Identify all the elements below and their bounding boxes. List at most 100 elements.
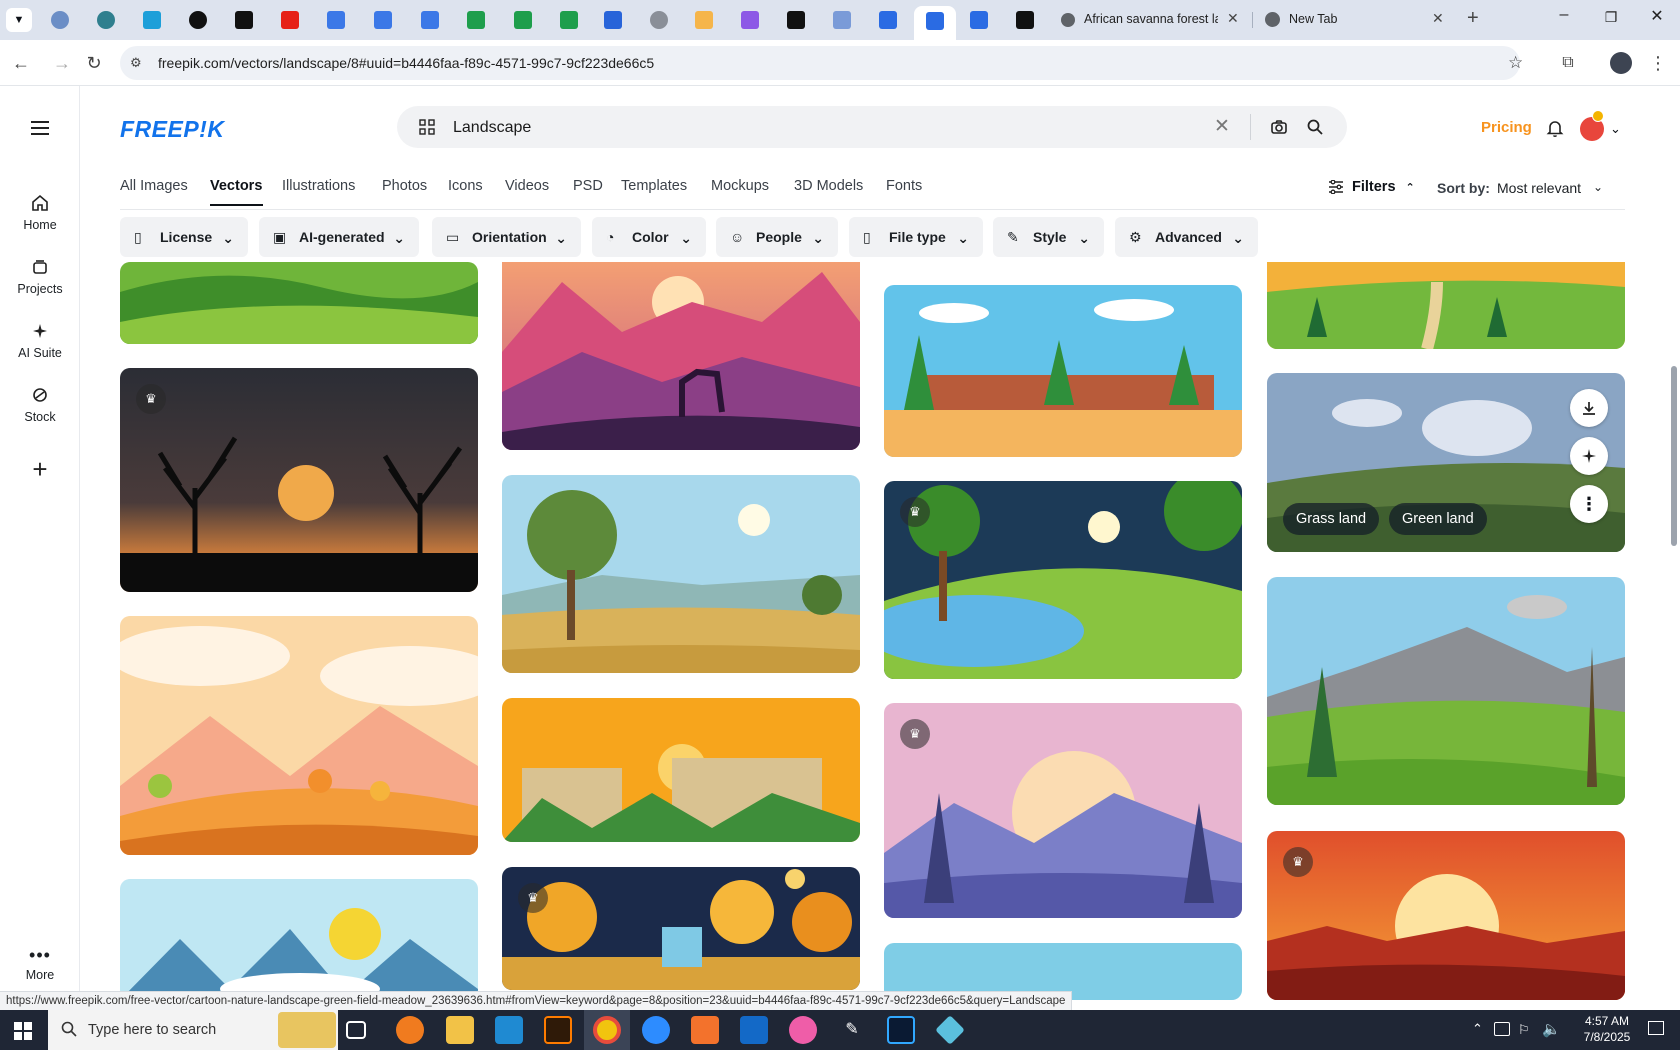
- tab-mockups[interactable]: Mockups: [711, 178, 769, 194]
- filter-file-type[interactable]: ▯ File type ⌄: [849, 217, 983, 257]
- tab-search-button[interactable]: ▼: [6, 8, 32, 32]
- freepik-logo[interactable]: FREEP!K: [120, 116, 224, 143]
- sheets-icon[interactable]: [467, 11, 485, 29]
- tab-icons[interactable]: Icons: [448, 178, 483, 194]
- close-icon[interactable]: ✕: [1227, 10, 1239, 27]
- tab-favicon[interactable]: [604, 11, 622, 29]
- tab-favicon[interactable]: [143, 11, 161, 29]
- sidebar-item-home[interactable]: Home: [0, 194, 80, 232]
- result-image-night-pond[interactable]: ♛: [884, 481, 1242, 679]
- vscode-icon[interactable]: [495, 1016, 523, 1044]
- add-icon[interactable]: +: [26, 456, 54, 484]
- tab-psd[interactable]: PSD: [573, 178, 603, 194]
- filter-style[interactable]: ✎ Style ⌄: [993, 217, 1104, 257]
- outlook-icon[interactable]: [740, 1016, 768, 1044]
- result-image-path-hills[interactable]: [1267, 262, 1625, 349]
- profile-avatar[interactable]: [1610, 52, 1632, 74]
- tab-title[interactable]: African savanna forest la: [1084, 12, 1218, 26]
- extensions-icon[interactable]: ⧉: [1555, 50, 1581, 76]
- sidebar-item-stock[interactable]: Stock: [0, 386, 80, 424]
- scrollbar-thumb[interactable]: [1671, 366, 1677, 546]
- tab-favicon[interactable]: [189, 11, 207, 29]
- result-image-autumn-clouds[interactable]: [120, 616, 478, 855]
- photoshop-icon[interactable]: [887, 1016, 915, 1044]
- taskbar-search[interactable]: Type here to search: [48, 1010, 338, 1050]
- menu-kebab-icon[interactable]: ⋮: [1645, 50, 1671, 76]
- filter-people[interactable]: ☺ People ⌄: [716, 217, 838, 257]
- address-bar[interactable]: ⚙ freepik.com/vectors/landscape/8#uuid=b…: [120, 46, 1523, 80]
- hamburger-icon[interactable]: [31, 121, 49, 135]
- firefox-icon[interactable]: [396, 1016, 424, 1044]
- tab-favicon[interactable]: [741, 11, 759, 29]
- windows-start-icon[interactable]: [14, 1022, 32, 1040]
- new-tab-icon[interactable]: +: [1467, 7, 1479, 30]
- docs-icon[interactable]: [374, 11, 392, 29]
- tab-3d-models[interactable]: 3D Models: [794, 178, 863, 194]
- more-options-button[interactable]: ⋮: [1570, 485, 1608, 523]
- search-bar[interactable]: Landscape ✕: [397, 106, 1347, 148]
- notification-center-icon[interactable]: [1648, 1021, 1664, 1035]
- result-image-savanna[interactable]: [502, 475, 860, 673]
- ai-edit-button[interactable]: [1570, 437, 1608, 475]
- filter-advanced[interactable]: ⚙ Advanced ⌄: [1115, 217, 1258, 257]
- app-icon[interactable]: [935, 1015, 965, 1045]
- tab-favicon[interactable]: [879, 11, 897, 29]
- tab-favicon[interactable]: [235, 11, 253, 29]
- tab-all-images[interactable]: All Images: [120, 178, 188, 194]
- tray-icon[interactable]: [1494, 1022, 1510, 1036]
- tab-videos[interactable]: Videos: [505, 178, 549, 194]
- result-image-autumn-night[interactable]: ♛: [502, 867, 860, 990]
- tab-favicon[interactable]: [1016, 11, 1034, 29]
- filters-toggle[interactable]: Filters ⌃: [1328, 179, 1415, 195]
- chevron-up-icon[interactable]: ⌃: [1472, 1021, 1483, 1037]
- tag-green-land[interactable]: Green land: [1389, 503, 1487, 535]
- docs-icon[interactable]: [421, 11, 439, 29]
- site-info-icon[interactable]: ⚙: [130, 55, 142, 71]
- download-button[interactable]: [1570, 389, 1608, 427]
- forward-icon[interactable]: →: [49, 50, 75, 76]
- filter-color[interactable]: ◔ Color ⌄: [592, 217, 706, 257]
- task-view-icon[interactable]: [346, 1021, 366, 1039]
- tab-photos[interactable]: Photos: [382, 178, 427, 194]
- filter-orientation[interactable]: ▭ Orientation ⌄: [432, 217, 581, 257]
- chevron-down-icon[interactable]: ⌄: [1610, 121, 1621, 137]
- result-image-canyon[interactable]: [502, 698, 860, 842]
- active-tab[interactable]: [914, 6, 956, 40]
- app-icon[interactable]: [789, 1016, 817, 1044]
- tab-vectors[interactable]: Vectors: [210, 178, 262, 194]
- file-explorer-icon[interactable]: [446, 1016, 474, 1044]
- filter-license[interactable]: ▯ License ⌄: [120, 217, 248, 257]
- pen-icon[interactable]: ✎: [838, 1016, 866, 1044]
- close-icon[interactable]: ✕: [1432, 10, 1444, 27]
- result-image-dusk-trees[interactable]: ♛: [120, 368, 478, 592]
- restore-icon[interactable]: ❐: [1588, 9, 1634, 26]
- page-scrollbar[interactable]: [1668, 86, 1680, 996]
- result-image-green-hills[interactable]: [120, 262, 478, 344]
- sheets-icon[interactable]: [560, 11, 578, 29]
- tab-favicon[interactable]: [787, 11, 805, 29]
- tab-favicon[interactable]: [833, 11, 851, 29]
- sidebar-item-more[interactable]: ••• More: [0, 946, 80, 982]
- tab-fonts[interactable]: Fonts: [886, 178, 922, 194]
- minimize-icon[interactable]: –: [1541, 6, 1587, 24]
- illustrator-icon[interactable]: [544, 1016, 572, 1044]
- docs-icon[interactable]: [327, 11, 345, 29]
- globe-icon[interactable]: [650, 11, 668, 29]
- result-image-snow-mountains[interactable]: [120, 879, 478, 1000]
- chrome-icon[interactable]: [593, 1016, 621, 1044]
- camera-icon[interactable]: [1270, 118, 1288, 141]
- tag-grass-land[interactable]: Grass land: [1283, 503, 1380, 535]
- filter-ai-generated[interactable]: ▣ AI-generated ⌄: [259, 217, 419, 257]
- search-type-icon[interactable]: [419, 119, 435, 135]
- sheets-icon[interactable]: [514, 11, 532, 29]
- network-icon[interactable]: ⚐: [1518, 1022, 1530, 1038]
- pricing-link[interactable]: Pricing: [1481, 119, 1532, 136]
- url-text[interactable]: freepik.com/vectors/landscape/8#uuid=b44…: [158, 55, 654, 71]
- tab-templates[interactable]: Templates: [621, 178, 687, 194]
- notifications-bell-icon[interactable]: [1545, 118, 1565, 143]
- result-image-grass-land[interactable]: Grass land Green land ⋮: [1267, 373, 1625, 552]
- result-image-red-sunset[interactable]: ♛: [1267, 831, 1625, 1000]
- tab-illustrations[interactable]: Illustrations: [282, 178, 355, 194]
- result-image-mesa-forest[interactable]: [884, 285, 1242, 457]
- search-input[interactable]: Landscape: [453, 119, 531, 137]
